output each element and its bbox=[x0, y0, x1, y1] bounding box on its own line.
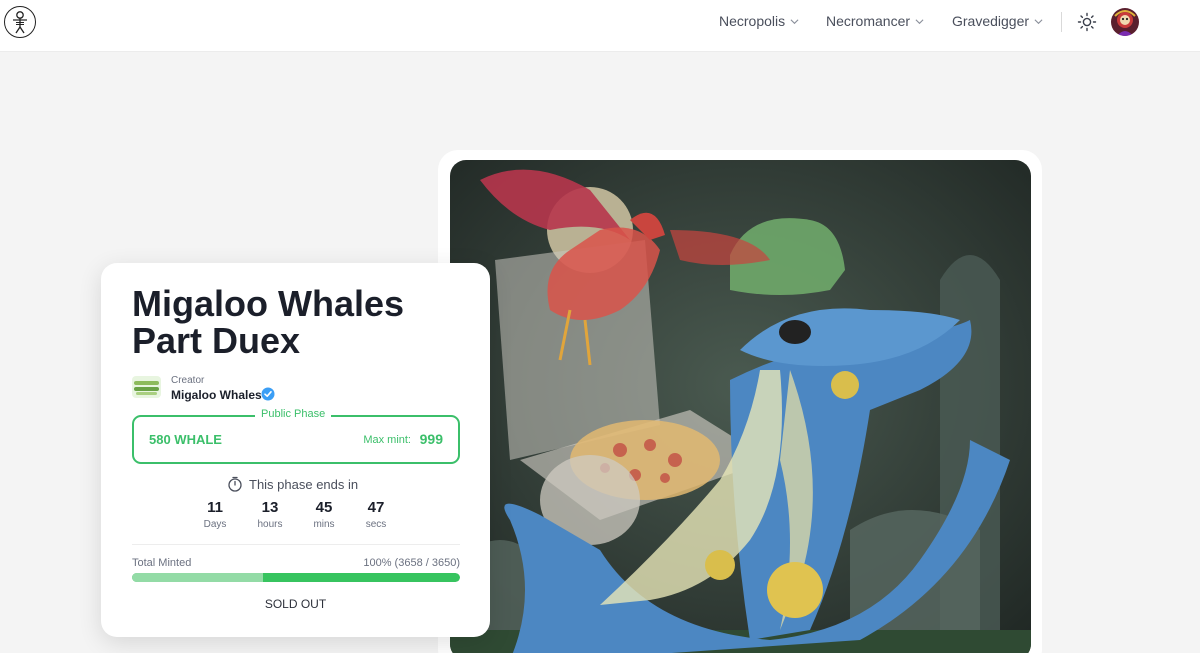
collection-title: Migaloo Whales Part Duex bbox=[132, 283, 405, 361]
phase-label: Public Phase bbox=[255, 408, 332, 420]
countdown-mins: 45 mins bbox=[304, 499, 344, 530]
section-divider bbox=[132, 544, 460, 545]
chevron-down-icon bbox=[790, 18, 799, 24]
nav-necromancer[interactable]: Necromancer bbox=[826, 13, 924, 29]
sold-out-status: SOLD OUT bbox=[264, 597, 327, 611]
countdown-secs: 47 secs bbox=[356, 499, 396, 530]
nav-necromancer-label: Necromancer bbox=[826, 13, 911, 29]
stopwatch-icon bbox=[228, 476, 242, 492]
countdown-hours: 13 hours bbox=[250, 499, 290, 530]
creator-logo-icon[interactable] bbox=[132, 376, 161, 398]
countdown-mins-value: 45 bbox=[315, 499, 333, 516]
nav-gravedigger[interactable]: Gravedigger bbox=[952, 13, 1043, 29]
creator-name-link[interactable]: Migaloo Whales bbox=[171, 388, 262, 402]
countdown-days: 11 Days bbox=[195, 499, 235, 530]
countdown-hours-value: 13 bbox=[261, 499, 279, 516]
minted-progress-highlight bbox=[132, 573, 264, 582]
countdown-days-value: 11 bbox=[207, 499, 223, 516]
countdown-secs-unit: secs bbox=[365, 519, 387, 530]
countdown-hours-unit: hours bbox=[257, 519, 283, 530]
max-mint-value: 999 bbox=[419, 431, 443, 447]
phase-price: 580 WHALE bbox=[149, 432, 222, 447]
total-minted-label: Total Minted bbox=[132, 557, 192, 569]
verified-badge-icon bbox=[261, 387, 275, 401]
phase-countdown-header: This phase ends in bbox=[227, 476, 358, 492]
top-navigation-bar: Necropolis Necromancer Gravedigger bbox=[0, 0, 1200, 52]
public-phase-option[interactable]: 580 WHALE Max mint: 999 bbox=[132, 415, 460, 464]
max-mint-label: Max mint: bbox=[363, 434, 411, 446]
nav-necropolis-label: Necropolis bbox=[719, 13, 786, 29]
nft-artwork-image bbox=[450, 160, 1031, 653]
nav-gravedigger-label: Gravedigger bbox=[952, 13, 1030, 29]
skeleton-logo-icon[interactable] bbox=[4, 6, 36, 38]
creator-label: Creator bbox=[171, 375, 205, 386]
countdown-mins-unit: mins bbox=[313, 519, 335, 530]
user-avatar[interactable] bbox=[1111, 8, 1139, 36]
countdown-days-unit: Days bbox=[203, 519, 227, 530]
minted-progress-bar bbox=[132, 573, 460, 582]
mint-card: Migaloo Whales Part Duex Creator Migaloo… bbox=[101, 263, 490, 637]
chevron-down-icon bbox=[1034, 18, 1043, 24]
nav-necropolis[interactable]: Necropolis bbox=[719, 13, 799, 29]
chevron-down-icon bbox=[915, 18, 924, 24]
phase-ends-text: This phase ends in bbox=[249, 476, 359, 492]
sun-icon[interactable] bbox=[1077, 12, 1097, 32]
countdown-secs-value: 47 bbox=[367, 499, 385, 516]
total-minted-value: 100% (3658 / 3650) bbox=[363, 557, 460, 569]
nav-divider bbox=[1061, 12, 1062, 32]
